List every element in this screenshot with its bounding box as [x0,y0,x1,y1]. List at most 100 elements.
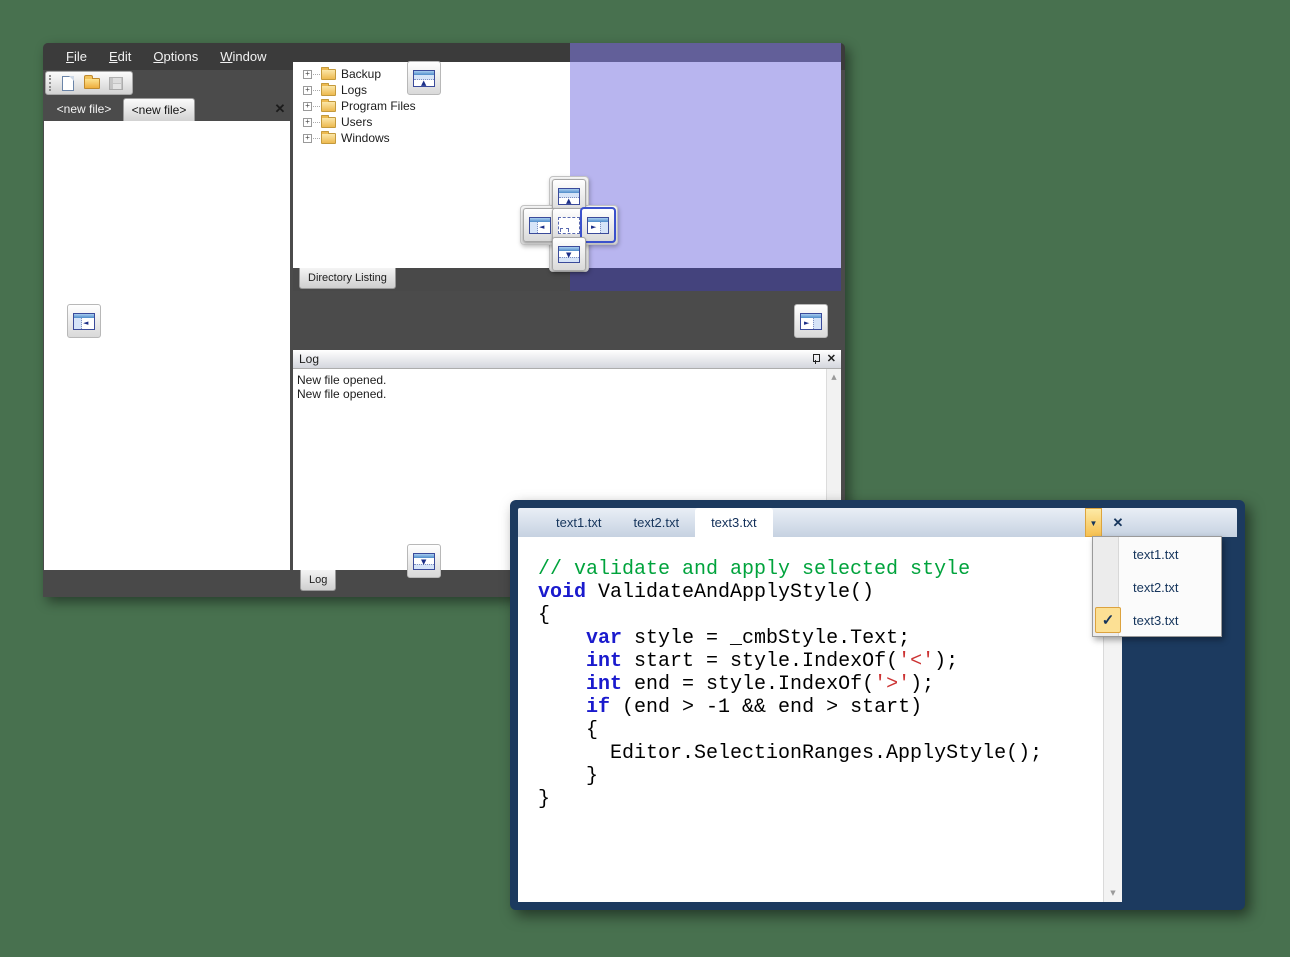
mini-shade [530,222,538,233]
tree-item-label: Logs [341,83,367,97]
dock-guide-top[interactable]: ▲ [407,61,441,95]
menu-item-file[interactable]: File [55,43,98,70]
code-token: } [538,788,550,811]
dock-arrow-left-icon: ◄ [83,320,88,327]
code-token: '<' [898,650,934,673]
code-token [538,650,586,673]
toolbar-grip[interactable] [49,75,52,91]
code-line: Editor.SelectionRanges.ApplyStyle(); [538,742,1042,765]
tree-item-users[interactable]: + Users [293,114,563,130]
dock-cross-bottom[interactable]: ▼ [552,237,586,271]
code-line: var style = _cmbStyle.Text; [538,627,1042,650]
dock-mini-window-icon: ◄ [73,313,95,330]
code-token: // validate and apply selected style [538,558,970,581]
tree-connector [313,74,320,75]
tree-item-windows[interactable]: +Windows [293,130,563,146]
document-editor-pane[interactable] [44,121,290,570]
dock-mini-window-icon [558,217,580,234]
dropdown-item-text2-txt[interactable]: text2.txt [1093,571,1221,604]
mini-shade [74,318,82,329]
close-document-button[interactable]: ✕ [271,100,289,118]
tree-item-label: Users [341,115,372,129]
dock-guide-left[interactable]: ◄ [67,304,101,338]
dock-mini-window-icon: ◄ [529,217,551,234]
dock-mini-window-icon: ▼ [558,246,580,263]
code-token: ); [910,673,934,696]
tree-connector [313,90,320,91]
dock-mini-window-icon: ► [587,217,609,234]
menu-item-edit[interactable]: Edit [98,43,142,70]
code-token: if [586,696,610,719]
open-file-button[interactable] [80,73,104,93]
code-token [538,627,586,650]
code-text: // validate and apply selected stylevoid… [538,558,1042,811]
scroll-up-icon[interactable]: ▲ [827,373,841,381]
code-token [538,673,586,696]
save-button[interactable] [104,73,128,93]
new-file-button[interactable] [56,73,80,93]
code-tab-text2-txt[interactable]: text2.txt [618,508,696,537]
expand-icon[interactable]: + [303,118,312,127]
folder-icon [321,101,336,112]
code-line: } [538,765,1042,788]
tree-item-label: Program Files [341,99,416,113]
code-token: var [586,627,622,650]
document-tab[interactable]: <new file> [123,98,195,121]
menu-item-window[interactable]: Window [209,43,277,70]
mini-shade [600,222,608,233]
dock-preview-overlay-strip [570,268,841,291]
tab-dropdown-button[interactable]: ▼ [1085,508,1102,537]
dock-arrow-down-icon: ▼ [421,559,426,566]
dropdown-item-label: text2.txt [1133,571,1179,604]
dock-arrow-up-icon: ▲ [566,198,571,205]
code-tab-text3-txt[interactable]: text3.txt [695,508,773,537]
dock-mini-window-icon: ▲ [413,70,435,87]
code-token: (end > -1 && end > start) [610,696,922,719]
dock-guide-bottom[interactable]: ▼ [407,544,441,578]
directory-panel-bottom-tab[interactable]: Directory Listing [299,268,396,289]
log-panel-title: Log [299,352,319,366]
code-line: { [538,604,1042,627]
code-window-close-button[interactable]: ✕ [1107,508,1129,537]
open-folder-icon [84,78,100,89]
toolbar [45,71,133,95]
save-icon [109,77,123,90]
document-tab[interactable]: <new file> [49,98,119,121]
log-panel-close-icon[interactable]: ✕ [827,352,836,366]
pin-icon[interactable] [811,353,820,366]
tree-connector [313,122,320,123]
folder-icon [321,85,336,96]
tab-dropdown-menu: text1.txttext2.txt✓text3.txt [1092,536,1222,637]
desktop: { "glyphs": { "close": "✕", "dropdown": … [0,0,1290,957]
folder-icon [321,69,336,80]
dropdown-item-label: text3.txt [1133,604,1179,637]
dropdown-item-text1-txt[interactable]: text1.txt [1093,538,1221,571]
expand-icon[interactable]: + [303,86,312,95]
dock-guide-right[interactable]: ► [794,304,828,338]
dock-arrow-right-icon: ► [591,224,596,231]
code-token: ValidateAndApplyStyle() [586,581,874,604]
new-file-icon [62,76,74,91]
tree-connector [313,106,320,107]
log-panel-titlebar[interactable]: Log ✕ [293,350,841,369]
dropdown-item-text3-txt[interactable]: ✓text3.txt [1093,604,1221,637]
code-line: void ValidateAndApplyStyle() [538,581,1042,604]
expand-icon[interactable]: + [303,134,312,143]
code-token [538,696,586,719]
mini-titlebar [559,247,579,251]
code-tab-text1-txt[interactable]: text1.txt [540,508,618,537]
code-editor[interactable]: // validate and apply selected stylevoid… [518,537,1122,902]
dock-arrow-left-icon: ◄ [539,224,544,231]
menu-item-options[interactable]: Options [142,43,209,70]
expand-icon[interactable]: + [303,102,312,111]
code-token: } [538,765,598,788]
tree-item-program-files[interactable]: + Program Files [293,98,563,114]
code-token: Editor.SelectionRanges.ApplyStyle(); [538,742,1042,765]
scroll-down-icon[interactable]: ▼ [1104,889,1122,897]
expand-icon[interactable]: + [303,70,312,79]
log-panel-bottom-tab[interactable]: Log [300,570,336,591]
folder-icon [321,117,336,128]
dock-cross-right[interactable]: ► [581,208,615,242]
tree-item-label: Backup [341,67,381,81]
dock-arrow-up-icon: ▲ [421,80,426,87]
